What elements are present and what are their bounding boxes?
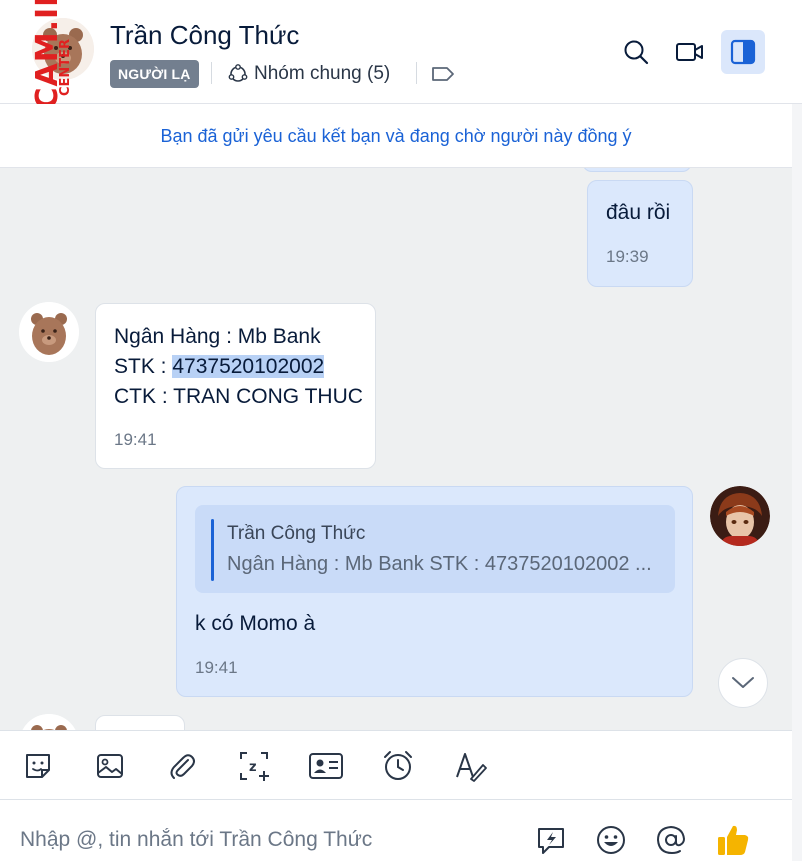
text-format-icon: [456, 753, 487, 782]
composer-toolbar: z: [0, 730, 792, 800]
scroll-to-bottom-button[interactable]: [718, 658, 768, 708]
sidebar-toggle-button[interactable]: [721, 30, 765, 74]
svg-text:z: z: [249, 760, 257, 775]
message-text-line: CTK : TRAN CONG THUC: [114, 385, 363, 408]
video-call-icon: [676, 43, 703, 61]
message-time: 19:41: [114, 430, 157, 449]
quote-text: Ngân Hàng : Mb Bank STK : 4737520102002 …: [227, 553, 652, 575]
bear-avatar-icon: [19, 302, 79, 362]
common-groups-label: Nhóm chung (5): [254, 63, 391, 84]
like-button[interactable]: [713, 820, 753, 860]
contact-card-icon: [309, 753, 343, 779]
mention-button[interactable]: [651, 820, 691, 860]
chevron-down-icon: [732, 677, 754, 688]
message-bubble-partial[interactable]: [95, 715, 185, 730]
watermark-subtext: CENTER: [58, 38, 73, 96]
screenshot-button[interactable]: z: [234, 746, 274, 786]
contact-name[interactable]: Trần Công Thức: [110, 20, 299, 51]
message-list[interactable]: đâu rồi 19:39 Ngân Hàng : Mb Bank STK : …: [0, 168, 792, 730]
account-number-selected[interactable]: 4737520102002: [172, 355, 325, 378]
attach-file-button[interactable]: [162, 746, 202, 786]
message-text: đâu rồi: [606, 201, 671, 224]
quick-message-icon: [538, 828, 564, 854]
message-time: 19:39: [606, 247, 649, 266]
my-avatar[interactable]: [710, 486, 770, 546]
sidebar-toggle-icon: [730, 39, 756, 65]
sender-avatar[interactable]: [19, 714, 79, 730]
header-divider: [416, 62, 417, 84]
message-bubble-outgoing[interactable]: Trần Công Thức Ngân Hàng : Mb Bank STK :…: [176, 486, 693, 697]
quick-message-button[interactable]: [531, 820, 571, 860]
screenshot-icon: z: [240, 752, 269, 781]
composer: [0, 800, 792, 861]
emoji-button[interactable]: [591, 820, 631, 860]
message-bubble-outgoing[interactable]: đâu rồi 19:39: [587, 180, 693, 287]
text-format-button[interactable]: [450, 746, 490, 786]
anime-avatar-icon: [710, 486, 770, 546]
message-text-line: STK : 4737520102002: [114, 352, 325, 382]
page-scrollbar[interactable]: [792, 104, 802, 861]
group-icon: [228, 64, 248, 82]
quote-accent-bar: [211, 519, 214, 581]
tag-icon[interactable]: [430, 64, 456, 89]
message-bubble-partial[interactable]: [582, 168, 692, 172]
quoted-message[interactable]: Trần Công Thức Ngân Hàng : Mb Bank STK :…: [195, 505, 675, 593]
message-text: k có Momo à: [195, 612, 316, 635]
thumbs-up-icon: [718, 825, 749, 855]
alarm-clock-icon: [384, 751, 412, 780]
message-bubble-incoming[interactable]: Ngân Hàng : Mb Bank STK : 4737520102002 …: [95, 303, 376, 469]
search-icon: [624, 40, 649, 65]
contact-card-button[interactable]: [306, 746, 346, 786]
reminder-button[interactable]: [378, 746, 418, 786]
sticker-button[interactable]: [18, 746, 58, 786]
sticker-icon: [26, 754, 50, 778]
chat-header: Trần Công Thức NGƯỜI LẠ Nhóm chung (5): [0, 0, 802, 104]
friend-request-banner: Bạn đã gửi yêu cầu kết bạn và đang chờ n…: [0, 104, 792, 168]
video-call-button[interactable]: [668, 30, 712, 74]
stranger-badge: NGƯỜI LẠ: [110, 60, 199, 88]
bear-avatar-icon: [22, 714, 76, 730]
paperclip-icon: [170, 754, 195, 779]
emoji-icon: [597, 826, 625, 854]
image-icon: [97, 754, 123, 778]
message-input[interactable]: [20, 822, 500, 858]
at-sign-icon: [656, 825, 686, 855]
message-time: 19:41: [195, 658, 238, 677]
image-button[interactable]: [90, 746, 130, 786]
account-label: STK :: [114, 355, 173, 378]
search-button[interactable]: [614, 30, 658, 74]
message-text-line: Ngân Hàng : Mb Bank: [114, 325, 321, 348]
sender-avatar[interactable]: [19, 302, 79, 362]
header-divider: [211, 62, 212, 84]
quote-author: Trần Công Thức: [227, 523, 366, 544]
common-groups-link[interactable]: Nhóm chung (5): [228, 60, 390, 88]
